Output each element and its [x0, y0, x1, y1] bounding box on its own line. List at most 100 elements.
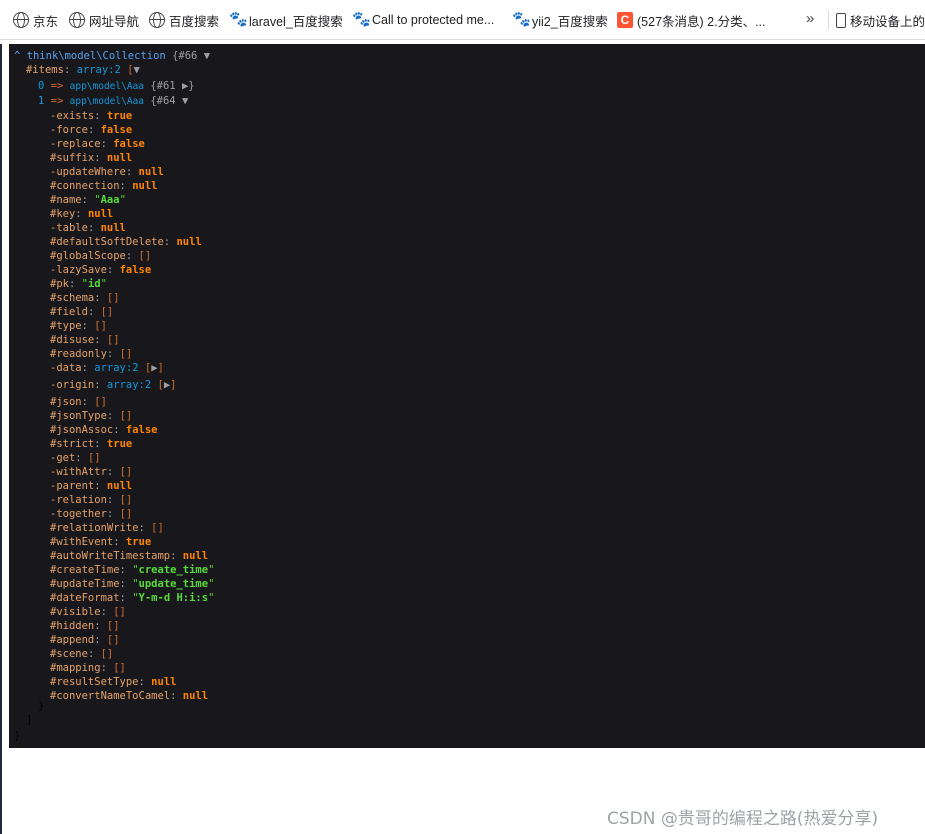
property-key: -exists: [50, 110, 95, 122]
property-key: #disuse: [50, 334, 95, 346]
property-value: null: [132, 180, 158, 192]
bookmark-laravel[interactable]: 🐾 laravel_百度搜索: [229, 10, 343, 30]
property-key: #resultSetType: [50, 676, 139, 688]
property-value: null: [151, 676, 177, 688]
item-1-line: 1 => app\model\Aaa {#64 ▼: [38, 94, 188, 109]
property-row: #withEvent: true: [50, 536, 152, 548]
baidu-paw-icon: 🐾: [229, 11, 248, 28]
close-bracket: ]: [157, 362, 164, 374]
property-value: id: [87, 278, 101, 290]
property-row: #key: null: [50, 208, 114, 220]
property-value: []: [94, 320, 107, 332]
property-key: -get: [50, 452, 76, 464]
property-value: Y-m-d H:i:s: [138, 592, 209, 604]
property-row: -origin: array:2 [▶]: [50, 379, 177, 391]
property-row: -table: null: [50, 222, 126, 234]
toggle-expanded-icon[interactable]: ▼: [134, 64, 140, 76]
item-index: 1: [38, 95, 45, 107]
property-key: #readonly: [50, 348, 107, 360]
property-value: []: [106, 620, 120, 632]
close-bracket: ]: [170, 379, 177, 391]
property-key: -table: [50, 222, 88, 234]
property-row: #json: []: [50, 396, 107, 408]
property-value: null: [182, 690, 209, 702]
items-line: #items: array:2 [▼: [26, 64, 140, 76]
property-value: false: [119, 264, 152, 276]
bookmark-baidu[interactable]: 百度搜索: [149, 10, 219, 30]
property-value: []: [119, 466, 133, 478]
property-key: #schema: [50, 292, 95, 304]
close-collection-brace: }: [14, 730, 21, 742]
property-row: #jsonAssoc: false: [50, 424, 158, 436]
property-key: #dateFormat: [50, 592, 120, 604]
bookmarks-bar: 京东 网址导航 百度搜索 🐾 laravel_百度搜索 🐾 Call to pr…: [0, 0, 925, 40]
property-key: -data: [50, 362, 82, 374]
property-key: -together: [50, 508, 107, 520]
property-row: -replace: false: [50, 138, 145, 150]
property-key: -parent: [50, 480, 95, 492]
property-key: #jsonAssoc: [50, 424, 114, 436]
object-id: #64: [156, 95, 176, 107]
property-value: false: [125, 424, 158, 436]
item-index: 0: [38, 80, 45, 92]
property-key: #globalScope: [50, 250, 126, 262]
bookmark-yii2[interactable]: 🐾 yii2_百度搜索: [512, 10, 608, 30]
property-key: #withEvent: [50, 536, 114, 548]
property-key: #visible: [50, 606, 101, 618]
globe-icon: [69, 12, 85, 28]
property-row: #updateTime: "update_time": [50, 578, 215, 590]
property-value: update_time: [138, 578, 209, 590]
property-value: []: [119, 348, 133, 360]
object-id: #61: [156, 80, 176, 92]
bookmarks-separator: [828, 10, 829, 30]
property-value: []: [94, 396, 107, 408]
property-key: -withAttr: [50, 466, 107, 478]
bookmark-label: Call to protected me...: [372, 13, 495, 27]
dump-header-line: ^ think\model\Collection {#66 ▼: [14, 49, 210, 63]
mobile-bookmarks-folder[interactable]: 移动设备上的书签: [836, 10, 925, 30]
property-row: #createTime: "create_time": [50, 564, 215, 576]
property-value: null: [106, 480, 133, 492]
toggle-expanded-icon[interactable]: ▼: [182, 95, 188, 107]
property-value: false: [113, 138, 145, 150]
more-bookmarks-chevron-icon[interactable]: »: [806, 10, 814, 27]
property-row: #convertNameToCamel: null: [50, 690, 209, 702]
property-value: []: [106, 292, 120, 304]
property-key: #createTime: [50, 564, 120, 576]
property-value: []: [100, 306, 114, 318]
csdn-icon: C: [617, 12, 633, 28]
property-key: #defaultSoftDelete: [50, 236, 164, 248]
property-row: #append: []: [50, 634, 120, 646]
items-key: #items: [26, 64, 64, 76]
property-key: #strict: [50, 438, 95, 450]
bookmark-nav[interactable]: 网址导航: [69, 10, 139, 30]
collapse-caret[interactable]: ^: [14, 50, 20, 62]
property-value: null: [106, 152, 133, 164]
bookmark-label: (527条消息) 2.分类、...: [637, 14, 766, 29]
property-value: true: [125, 536, 152, 548]
property-key: -origin: [50, 379, 95, 391]
property-row: #autoWriteTimestamp: null: [50, 550, 209, 562]
property-value: true: [106, 438, 133, 450]
toggle-expanded-icon[interactable]: ▼: [204, 50, 210, 62]
bookmark-csdn[interactable]: C (527条消息) 2.分类、...: [617, 10, 766, 30]
property-value: []: [138, 250, 152, 262]
bookmark-jd[interactable]: 京东: [13, 10, 58, 30]
property-value: []: [106, 334, 120, 346]
baidu-paw-icon: 🐾: [512, 11, 531, 28]
property-row: #schema: []: [50, 292, 120, 304]
property-row: #type: []: [50, 320, 107, 332]
property-key: -relation: [50, 494, 107, 506]
property-value: []: [119, 494, 133, 506]
property-key: #append: [50, 634, 95, 646]
item-class: app\model\Aaa: [69, 81, 144, 92]
property-row: -updateWhere: null: [50, 166, 164, 178]
mobile-bookmarks-label: 移动设备上的书签: [850, 14, 925, 29]
bookmark-call-protected[interactable]: 🐾 Call to protected me...: [352, 10, 494, 30]
property-row: #connection: null: [50, 180, 158, 192]
property-key: #mapping: [50, 662, 101, 674]
property-key: #hidden: [50, 620, 95, 632]
property-value: []: [119, 410, 133, 422]
close-item-brace: }: [38, 700, 45, 712]
property-value: false: [100, 124, 133, 136]
